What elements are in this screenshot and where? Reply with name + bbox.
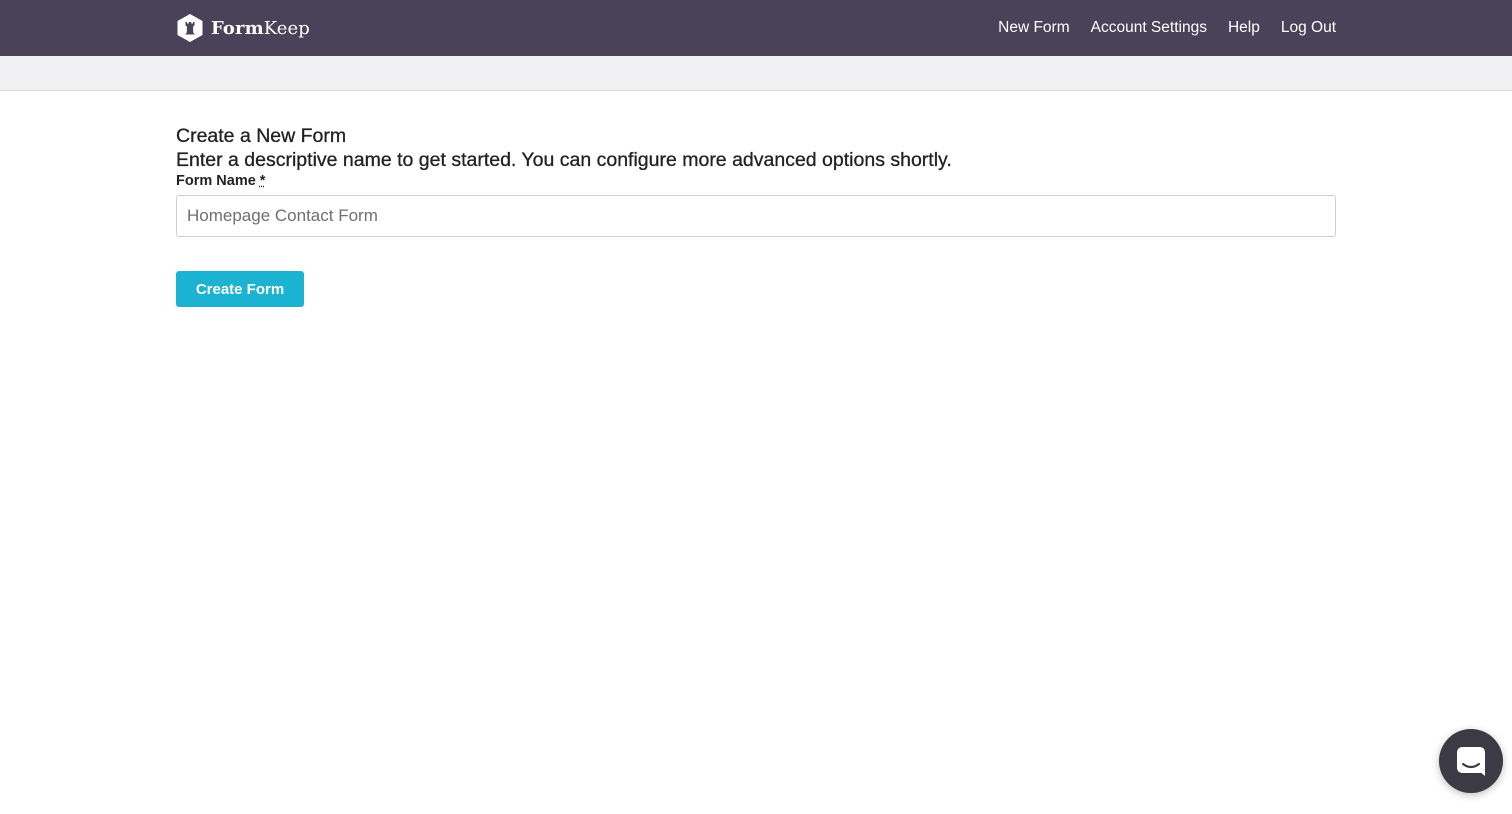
sub-header-bar [0,56,1512,91]
nav-account-settings-link[interactable]: Account Settings [1091,19,1207,37]
hexagon-rook-logo-icon [177,14,203,42]
brand-name-regular: Keep [263,17,310,39]
create-form-button[interactable]: Create Form [176,271,304,307]
nav-new-form-link[interactable]: New Form [998,19,1069,37]
top-navbar: FormKeep New Form Account Settings Help … [0,0,1512,56]
form-name-input[interactable] [176,195,1336,237]
form-name-label: Form Name * [176,173,265,189]
main-nav: New Form Account Settings Help Log Out [977,0,1336,56]
new-form-form: Form Name* Create Form [176,172,1336,307]
brand-logo-link[interactable]: FormKeep [176,13,310,43]
brand-name-bold: Form [211,17,264,39]
chat-launcher-button[interactable] [1439,729,1503,793]
nav-help-link[interactable]: Help [1228,19,1260,37]
page-subtitle: Enter a descriptive name to get started.… [176,149,952,171]
nav-log-out-link[interactable]: Log Out [1281,19,1336,37]
required-marker: * [259,173,266,189]
brand-name: FormKeep [211,18,310,39]
form-name-label-text: Form Name [176,173,256,189]
new-form-content: Create a New Form Enter a descriptive na… [176,124,1336,307]
chat-bubble-icon [1457,747,1485,776]
page-title: Create a New Form [176,125,347,147]
